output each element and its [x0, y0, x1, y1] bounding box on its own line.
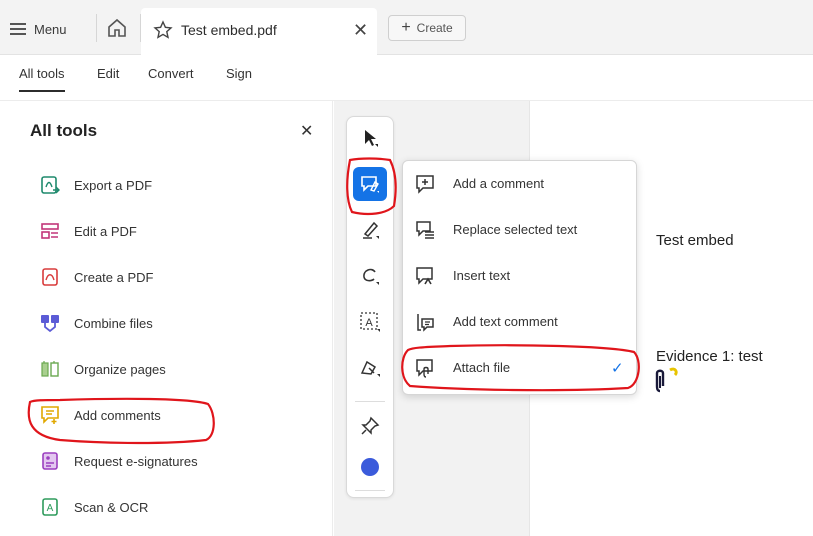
tool-organize-pages[interactable]: Organize pages — [40, 355, 166, 383]
draw-icon — [363, 268, 379, 285]
pin-icon — [361, 416, 380, 435]
menu-label: Menu — [34, 21, 67, 37]
tool-label: Organize pages — [74, 361, 166, 377]
close-tab-icon[interactable]: ✕ — [353, 20, 368, 40]
toolbar-divider — [355, 490, 385, 491]
toolbar-divider — [355, 401, 385, 402]
toolbar-select[interactable] — [353, 121, 387, 155]
menu-item-replace-text[interactable]: Replace selected text — [403, 213, 638, 247]
menu-item-text-comment[interactable]: Add text comment — [403, 305, 638, 339]
document-text-line: Evidence 1: test — [656, 348, 763, 365]
create-label: Create — [416, 21, 453, 35]
toolbar-color[interactable] — [353, 450, 387, 484]
select-icon — [365, 130, 378, 147]
document-tab-title: Test embed.pdf — [181, 22, 277, 38]
add-comment-icon — [416, 175, 434, 194]
toolbar-highlight[interactable] — [353, 213, 387, 247]
tab-bar: Menu Test embed.pdf ✕ + Create — [0, 0, 813, 55]
svg-text:A: A — [47, 503, 54, 514]
panel-title: All tools — [30, 121, 98, 140]
toolbar-shape[interactable] — [353, 351, 387, 385]
replace-text-icon — [416, 221, 434, 239]
toolbar-comment[interactable] — [353, 167, 387, 201]
close-panel-icon[interactable]: ✕ — [300, 121, 313, 141]
hamburger-icon — [10, 23, 26, 35]
tool-add-comments[interactable]: Add comments — [40, 401, 161, 429]
create-button[interactable]: + Create — [388, 15, 466, 41]
tool-label: Export a PDF — [74, 177, 153, 193]
tools-nav: All tools Edit Convert Sign — [0, 55, 813, 101]
tool-label: Add comments — [74, 407, 161, 423]
tool-label: Create a PDF — [74, 269, 154, 285]
document-tab[interactable]: Test embed.pdf ✕ — [141, 8, 377, 55]
create-pdf-icon — [42, 268, 58, 286]
scan-ocr-icon: A — [42, 498, 58, 516]
tool-export-pdf[interactable]: Export a PDF — [40, 171, 152, 199]
color-dot-icon — [361, 458, 379, 476]
nav-edit[interactable]: Edit — [97, 66, 119, 81]
document-text-line: Test embed — [656, 232, 734, 249]
menu-item-label: Add a comment — [453, 176, 545, 191]
highlight-icon — [363, 221, 379, 239]
text-select-icon: A — [360, 312, 380, 332]
export-pdf-icon — [41, 176, 60, 194]
organize-pages-icon — [41, 361, 59, 377]
tool-request-esignatures[interactable]: Request e-signatures — [40, 447, 198, 475]
add-comments-icon — [41, 406, 59, 424]
tool-create-pdf[interactable]: Create a PDF — [40, 263, 153, 291]
text-comment-icon — [417, 314, 434, 332]
plus-icon: + — [401, 19, 411, 36]
menu-item-label: Insert text — [453, 268, 511, 283]
tool-label: Edit a PDF — [74, 223, 137, 239]
attach-file-icon — [416, 359, 433, 378]
nav-sign[interactable]: Sign — [226, 66, 252, 81]
menu-item-attach-file[interactable]: Attach file ✓ — [403, 351, 638, 385]
insert-text-icon — [416, 267, 433, 285]
divider — [96, 14, 97, 42]
menu-item-add-comment[interactable]: Add a comment — [403, 167, 638, 201]
comment-toolbar: A — [346, 116, 394, 498]
combine-files-icon — [41, 315, 59, 333]
toolbar-pin[interactable] — [353, 409, 387, 443]
toolbar-draw[interactable] — [353, 259, 387, 293]
paperclip-attachment-icon[interactable] — [654, 364, 682, 394]
menu-item-label: Attach file — [453, 360, 511, 375]
toolbar-text[interactable]: A — [353, 305, 387, 339]
tool-label: Combine files — [74, 315, 153, 331]
comment-tools-menu: Add a comment Replace selected text Inse… — [402, 160, 637, 395]
menu-item-label: Add text comment — [453, 314, 558, 329]
tool-scan-ocr[interactable]: A Scan & OCR — [40, 493, 148, 521]
home-icon[interactable] — [106, 17, 128, 39]
tool-label: Request e-signatures — [74, 453, 198, 469]
menu-item-insert-text[interactable]: Insert text — [403, 259, 638, 293]
tool-edit-pdf[interactable]: Edit a PDF — [40, 217, 137, 245]
nav-all-tools[interactable]: All tools — [19, 66, 65, 92]
tool-label: Scan & OCR — [74, 499, 149, 515]
request-esign-icon — [42, 452, 58, 470]
star-icon[interactable] — [153, 20, 173, 40]
menu-button[interactable]: Menu — [10, 18, 67, 40]
tool-combine-files[interactable]: Combine files — [40, 309, 153, 337]
svg-text:A: A — [365, 317, 373, 329]
shape-icon — [360, 360, 380, 377]
all-tools-panel: All tools ✕ Export a PDF Edit a PDF Crea… — [0, 101, 333, 536]
nav-convert[interactable]: Convert — [148, 66, 194, 81]
edit-pdf-icon — [41, 223, 59, 239]
comment-tool-icon — [361, 176, 379, 193]
checkmark-icon: ✓ — [611, 360, 624, 377]
menu-item-label: Replace selected text — [453, 222, 578, 237]
